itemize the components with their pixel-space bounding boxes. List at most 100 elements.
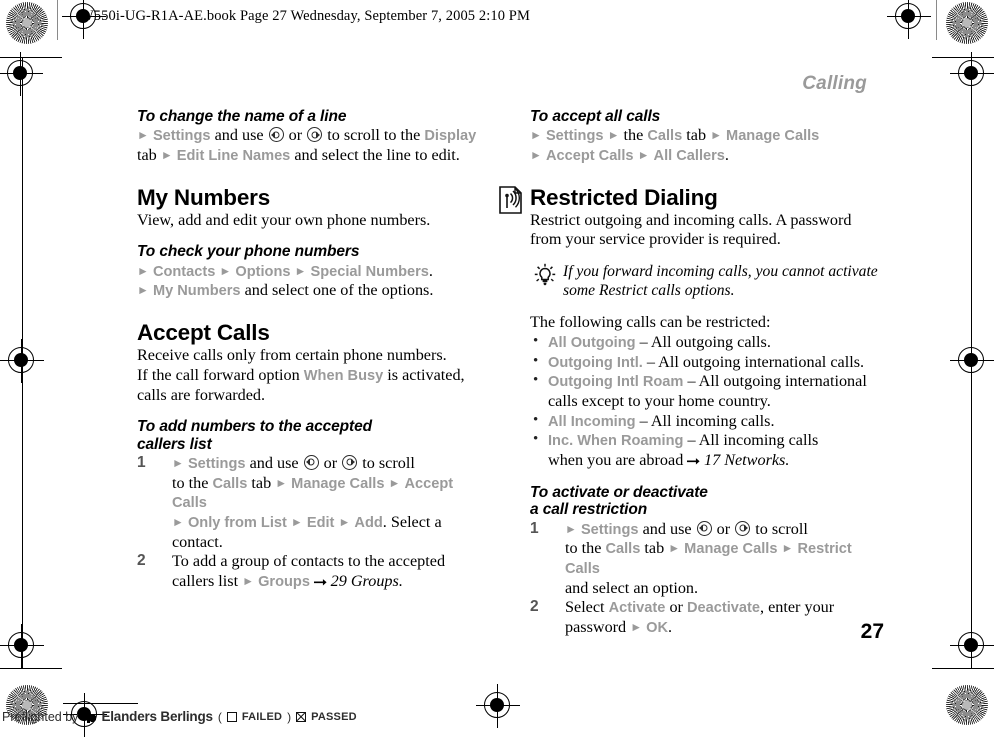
text-tab: tab bbox=[640, 539, 669, 558]
ui-term-settings: Settings bbox=[187, 455, 246, 472]
lightbulb-tip-icon bbox=[532, 263, 558, 287]
ui-term-edit-line-names: Edit Line Names bbox=[176, 148, 291, 165]
ui-term-display: Display bbox=[424, 128, 477, 145]
nav-key-right-icon bbox=[735, 520, 751, 536]
ui-term-outgoing-intl: Outgoing Intl. bbox=[548, 354, 643, 371]
text-to-scroll: to scroll to the bbox=[323, 126, 425, 145]
registration-mark-top-right bbox=[887, 0, 931, 39]
crop-rule-footer-left bbox=[63, 703, 138, 704]
step-number: 2 bbox=[137, 552, 146, 570]
section-restricted-dialing: Restricted Dialing Restrict outgoing and… bbox=[499, 185, 888, 250]
text-enter-password: , enter your bbox=[759, 598, 835, 617]
step-arrow-icon: ► bbox=[637, 148, 650, 163]
crop-rule-vertical-left bbox=[22, 57, 23, 668]
calibration-star-bottom-right bbox=[946, 685, 988, 725]
tip-text: If you forward incoming calls, you canno… bbox=[563, 263, 888, 300]
ui-term-all-callers: All Callers bbox=[653, 148, 725, 165]
task-heading-line-1: To activate or deactivate bbox=[530, 484, 708, 502]
section-intro-my-numbers: View, add and edit your own phone number… bbox=[137, 210, 431, 229]
period: . bbox=[724, 146, 729, 165]
passed-checkbox bbox=[296, 711, 307, 722]
ui-term-ok: OK bbox=[646, 620, 669, 636]
cross-reference-arrow-icon: ➞ bbox=[313, 574, 328, 591]
step-number: 1 bbox=[137, 453, 146, 471]
ui-term-only-from-list: Only from List bbox=[187, 514, 287, 531]
period: . bbox=[428, 261, 433, 280]
ui-term-calls: Calls bbox=[605, 541, 641, 558]
ui-term-options: Options bbox=[235, 263, 291, 280]
registration-mark-bottom-center bbox=[476, 684, 520, 728]
tip-note: If you forward incoming calls, you canno… bbox=[530, 263, 888, 300]
text-and-use: and use bbox=[638, 519, 696, 538]
step-arrow-icon: ► bbox=[530, 148, 542, 163]
task-heading-activate-deactivate-restriction: To activate or deactivate a call restric… bbox=[530, 484, 888, 519]
ui-term-settings: Settings bbox=[545, 128, 604, 145]
preflight-brand: Elanders Berlings bbox=[101, 709, 213, 724]
intro-line-1: Restrict outgoing and incoming calls. A … bbox=[530, 210, 852, 229]
crop-rule-top-right bbox=[932, 57, 994, 58]
nav-key-left-icon bbox=[303, 454, 319, 470]
page-number: 27 bbox=[860, 620, 884, 643]
step-arrow-icon: ► bbox=[160, 148, 173, 163]
text-password: password bbox=[565, 618, 631, 636]
failed-checkbox bbox=[226, 711, 237, 722]
chapter-title: Calling bbox=[802, 73, 867, 94]
crop-rule-top-left bbox=[0, 57, 62, 58]
crop-rule-bottom-right bbox=[932, 668, 994, 669]
step-arrow-icon: ► bbox=[630, 620, 643, 634]
period: . bbox=[668, 618, 673, 636]
text-tab: tab bbox=[137, 146, 161, 165]
tip-line-1: If you forward incoming calls, you canno… bbox=[563, 263, 878, 281]
step-arrow-icon: ► bbox=[607, 128, 620, 143]
step-arrow-icon: ► bbox=[668, 541, 681, 556]
book-file-header: W550i-UG-R1A-AE.book Page 27 Wednesday, … bbox=[80, 8, 530, 24]
cross-reference-networks: 17 Networks. bbox=[703, 450, 790, 469]
list-item: Inc. When Roaming – All incoming calls w… bbox=[530, 430, 888, 471]
step-arrow-icon: ► bbox=[137, 283, 149, 298]
text-tab: tab bbox=[682, 126, 711, 145]
task-heading-check-phone-numbers: To check your phone numbers bbox=[137, 243, 360, 261]
step-arrow-icon: ► bbox=[338, 514, 351, 529]
bullet-description: – All outgoing international calls. bbox=[642, 352, 865, 371]
step-arrow-icon: ► bbox=[172, 455, 184, 470]
nav-key-right-icon bbox=[307, 127, 323, 143]
ui-term-when-busy: When Busy bbox=[303, 367, 384, 384]
text-tab: tab bbox=[247, 473, 276, 492]
signal-document-icon bbox=[498, 185, 523, 214]
tip-line-2: some Restrict calls options. bbox=[563, 281, 735, 299]
left-column: To change the name of a line ► Settings … bbox=[137, 108, 489, 592]
ui-term-add: Add bbox=[354, 514, 383, 531]
step-arrow-icon: ► bbox=[275, 475, 288, 490]
step-arrow-icon: ► bbox=[219, 263, 232, 278]
ui-term-groups: Groups bbox=[258, 573, 310, 590]
step-item: 1 ► Settings and use or to scroll to the… bbox=[137, 454, 489, 552]
task-heading-line-2: a call restriction bbox=[530, 501, 648, 519]
list-item: Outgoing Intl Roam – All outgoing intern… bbox=[530, 371, 888, 411]
failed-label: FAILED bbox=[241, 710, 283, 723]
ui-term-edit: Edit bbox=[306, 514, 335, 531]
section-intro-accept-calls: Receive calls only from certain phone nu… bbox=[137, 346, 489, 405]
text-select-option: and select one of the options. bbox=[240, 281, 434, 300]
section-heading-accept-calls: Accept Calls bbox=[137, 320, 270, 346]
ui-term-activate: Activate bbox=[608, 600, 666, 617]
ui-term-settings: Settings bbox=[580, 521, 639, 538]
ui-term-calls: Calls bbox=[647, 128, 683, 145]
passed-label: PASSED bbox=[311, 710, 357, 723]
registration-mark-bottom-right bbox=[950, 624, 994, 668]
restricted-calls-list: All Outgoing – All outgoing calls. Outgo… bbox=[530, 332, 888, 471]
text-or: or bbox=[665, 598, 687, 617]
bullet-description-cont: calls except to your home country. bbox=[548, 392, 771, 411]
elanders-logo-icon bbox=[83, 710, 97, 723]
paren-open: ( bbox=[217, 709, 222, 724]
step-arrow-icon: ► bbox=[530, 128, 542, 143]
bullet-description: – All outgoing international bbox=[683, 372, 867, 391]
step-item: 1 ► Settings and use or to scroll to the… bbox=[530, 520, 888, 599]
paren-close: ) bbox=[287, 709, 292, 724]
ui-term-manage-calls: Manage Calls bbox=[291, 475, 385, 492]
crop-rule-vertical-right bbox=[971, 57, 972, 668]
step-arrow-icon: ► bbox=[172, 514, 184, 529]
steps-add-accepted-callers: 1 ► Settings and use or to scroll to the… bbox=[137, 454, 489, 592]
task-heading-add-accepted-callers: To add numbers to the accepted callers l… bbox=[137, 418, 489, 453]
ui-term-all-incoming: All Incoming bbox=[548, 413, 636, 430]
text-or: or bbox=[284, 126, 307, 145]
